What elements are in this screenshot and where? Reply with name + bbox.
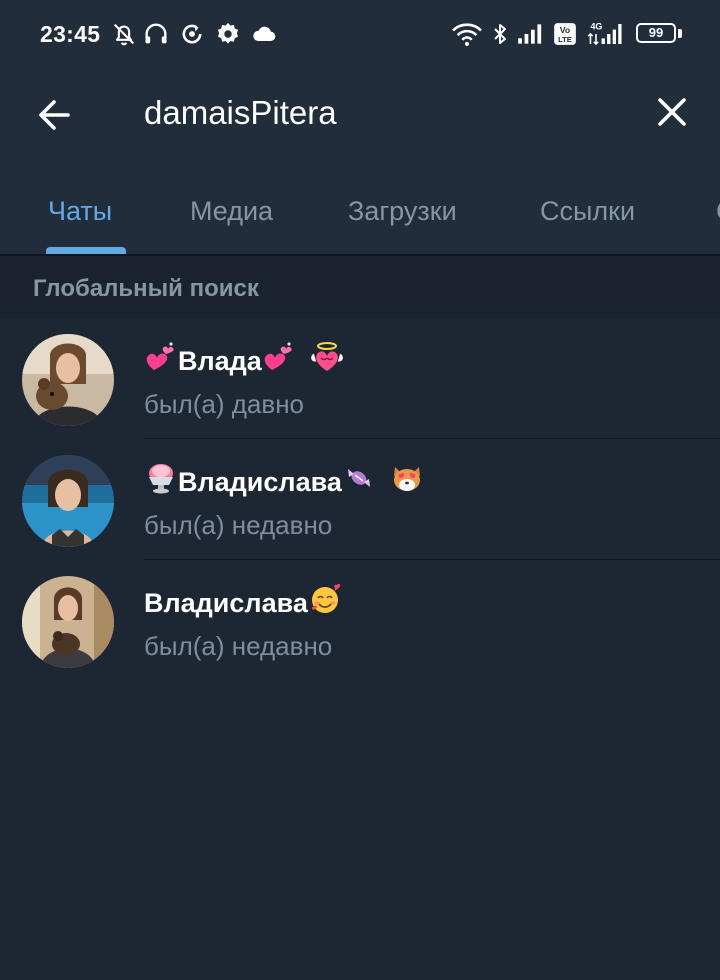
contact-name-text: Владислава xyxy=(144,588,308,618)
search-input[interactable] xyxy=(144,88,624,138)
status-time: 23:45 xyxy=(40,21,101,47)
search-results: Влада был(а) давно Владислава был(а) нед… xyxy=(0,318,720,681)
contact-name: Владислава xyxy=(144,461,424,498)
arrow-left-icon xyxy=(30,100,80,144)
bluetooth-icon xyxy=(488,20,512,48)
headset-icon xyxy=(142,20,170,48)
battery-icon: 99 xyxy=(636,23,676,43)
wifi-icon xyxy=(450,20,484,48)
battery-tip xyxy=(678,29,682,38)
contact-name: Владислава xyxy=(144,582,342,619)
smiling-face-with-hearts-icon xyxy=(308,582,342,616)
avatar xyxy=(22,334,114,426)
candy-icon xyxy=(342,461,376,495)
signal-4g-icon: 4G xyxy=(586,20,626,48)
shaved-ice-icon xyxy=(144,461,178,495)
avatar xyxy=(22,576,114,668)
contact-name-text: Владислава xyxy=(178,467,342,497)
tab-downloads[interactable]: Загрузки xyxy=(348,196,457,227)
search-tabs: Чаты Медиа Загрузки Ссылки С xyxy=(0,180,720,255)
contact-name-text: Влада xyxy=(178,346,262,376)
heart-eyes-dog-icon xyxy=(390,461,424,495)
svg-text:Vo: Vo xyxy=(560,25,570,35)
last-seen-status: был(а) недавно xyxy=(144,631,333,661)
gear-icon xyxy=(214,20,242,48)
sparkling-hearts-icon xyxy=(144,340,178,374)
search-result-item[interactable]: Владислава был(а) недавно xyxy=(0,560,720,681)
tab-chats[interactable]: Чаты xyxy=(48,196,112,227)
tab-overflow[interactable]: С xyxy=(716,196,720,227)
svg-text:LTE: LTE xyxy=(558,35,572,44)
back-button[interactable] xyxy=(30,90,80,140)
search-result-item[interactable]: Владислава был(а) недавно xyxy=(0,439,720,560)
signal-icon xyxy=(516,20,546,48)
last-seen-status: был(а) недавно xyxy=(144,510,333,540)
section-title: Глобальный поиск xyxy=(33,275,259,302)
sparkling-hearts-icon xyxy=(262,340,296,374)
global-search-section: Глобальный поиск xyxy=(0,256,720,318)
search-header: Чаты Медиа Загрузки Ссылки С xyxy=(0,70,720,255)
angel-heart-icon xyxy=(310,340,344,374)
volte-icon: Vo LTE xyxy=(552,20,578,48)
tab-links[interactable]: Ссылки xyxy=(540,196,635,227)
contact-name: Влада xyxy=(144,340,344,377)
last-seen-status: был(а) давно xyxy=(144,389,305,419)
svg-text:4G: 4G xyxy=(590,22,602,32)
tab-media[interactable]: Медиа xyxy=(190,196,273,227)
telegram-search-screen: 23:45 Vo LTE 4G 99 damaisPitera Чаты Мед… xyxy=(0,0,720,980)
status-bar: 23:45 Vo LTE 4G 99 xyxy=(0,0,720,70)
close-icon xyxy=(648,98,696,140)
avatar xyxy=(22,455,114,547)
sync-icon xyxy=(178,20,206,48)
cloud-icon xyxy=(250,20,278,48)
clear-search-button[interactable] xyxy=(648,88,696,136)
bell-off-icon xyxy=(110,20,138,48)
search-result-item[interactable]: Влада был(а) давно xyxy=(0,318,720,439)
